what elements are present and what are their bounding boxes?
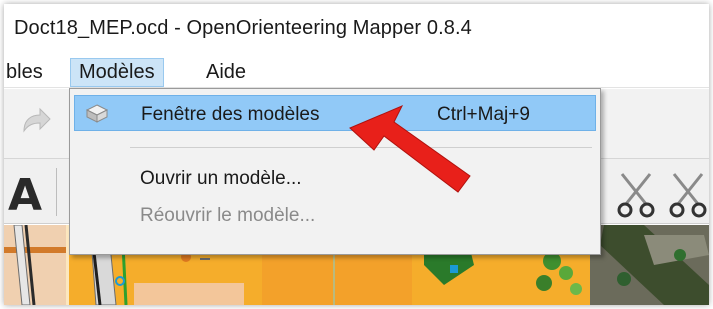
menu-item-label: Ouvrir un modèle... [140,168,302,189]
toolbar-separator [56,168,57,216]
templates-icon [85,104,109,123]
cut-tool-icon[interactable] [616,170,656,218]
app-window: Doct18_MEP.ocd - OpenOrienteering Mapper… [4,4,709,305]
redo-icon[interactable] [18,105,52,137]
templates-menu-dropdown: Fenêtre des modèles Ctrl+Maj+9 Ouvrir un… [69,88,601,255]
menu-bar: bles Modèles Aide [4,52,709,88]
menu-symbols[interactable]: bles [4,58,51,87]
annotation-arrow [349,105,471,193]
cut-hole-tool-icon[interactable] [668,170,708,218]
menu-help[interactable]: Aide [198,58,254,87]
menu-item-templates-window[interactable]: Fenêtre des modèles Ctrl+Maj+9 [74,95,596,131]
title-bar: Doct18_MEP.ocd - OpenOrienteering Mapper… [4,4,709,52]
menu-item-label: Réouvrir le modèle... [140,205,316,226]
text-tool-button[interactable]: A [8,170,42,221]
menu-item-label: Fenêtre des modèles [141,104,320,125]
menu-templates[interactable]: Modèles [70,58,164,87]
window-title: Doct18_MEP.ocd - OpenOrienteering Mapper… [14,17,472,39]
menu-item-open-template[interactable]: Ouvrir un modèle... [74,160,596,196]
menu-item-reopen-template: Réouvrir le modèle... [74,197,596,233]
